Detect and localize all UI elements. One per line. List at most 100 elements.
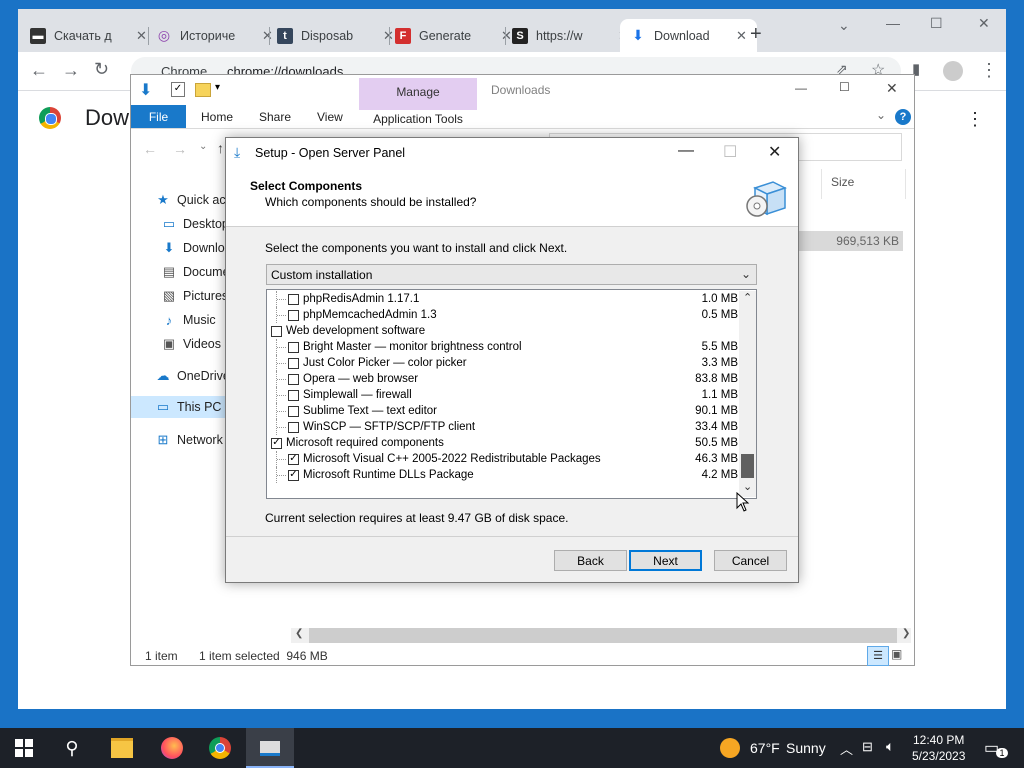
- search-icon[interactable]: ⚲: [60, 736, 84, 760]
- component-checkbox[interactable]: [288, 405, 299, 417]
- next-button[interactable]: Next: [629, 550, 702, 571]
- component-checkbox[interactable]: ✓: [271, 437, 282, 449]
- home-tab[interactable]: Home: [201, 110, 233, 124]
- component-checkbox[interactable]: [288, 341, 299, 353]
- close-tab-icon[interactable]: ✕: [262, 28, 273, 44]
- file-tab[interactable]: File: [131, 105, 186, 128]
- list-scrollbar-thumb[interactable]: [741, 454, 754, 478]
- tab-search-icon[interactable]: ⌄: [838, 17, 850, 34]
- forward-icon[interactable]: →: [62, 60, 80, 81]
- components-list[interactable]: phpRedisAdmin 1.17.1 1.0 MB phpMemcachedAd…: [266, 289, 757, 499]
- component-checkbox[interactable]: [288, 293, 299, 305]
- sidebar-item-videos[interactable]: ▣ Videos: [161, 333, 221, 355]
- ribbon-expand-icon[interactable]: ⌄: [876, 108, 886, 122]
- component-row[interactable]: WinSCP — SFTP/SCP/FTP client 33.4 MB: [276, 419, 738, 435]
- network-icon[interactable]: ⊟: [862, 739, 873, 755]
- component-checkbox[interactable]: [288, 373, 299, 385]
- component-row[interactable]: Web development software: [271, 323, 738, 339]
- horizontal-scrollbar-thumb[interactable]: [309, 628, 897, 643]
- installer-taskbar-icon[interactable]: [258, 736, 282, 760]
- tab-1[interactable]: ▬ Скачать д ✕: [30, 19, 147, 52]
- component-checkbox[interactable]: [288, 421, 299, 433]
- component-checkbox[interactable]: ✓: [288, 453, 299, 465]
- chevron-up-icon[interactable]: ︿: [840, 739, 853, 758]
- close-window-icon[interactable]: ✕: [978, 15, 990, 32]
- quick-access-dropdown-icon[interactable]: ▾: [215, 82, 220, 93]
- page-menu-icon[interactable]: ⋮: [966, 109, 984, 130]
- component-row[interactable]: ✓ Microsoft required components 50.5 MB: [271, 435, 738, 451]
- new-tab-button[interactable]: +: [750, 23, 762, 46]
- component-row[interactable]: ✓ Microsoft Visual C++ 2005-2022 Redistri…: [276, 451, 738, 467]
- component-row[interactable]: Sublime Text — text editor 90.1 MB: [276, 403, 738, 419]
- close-tab-icon[interactable]: ✕: [736, 28, 747, 44]
- component-checkbox[interactable]: [271, 325, 282, 337]
- maximize-icon[interactable]: ☐: [930, 15, 943, 32]
- tab-2[interactable]: ◎ Историче ✕: [156, 19, 273, 52]
- minimize-icon[interactable]: —: [795, 81, 807, 95]
- minimize-icon[interactable]: —: [886, 15, 900, 31]
- maximize-icon[interactable]: ☐: [839, 80, 850, 94]
- sidebar-item-documents[interactable]: ▤ Docume: [161, 261, 230, 283]
- details-view-icon[interactable]: ☰: [867, 646, 889, 666]
- profile-avatar-icon[interactable]: [943, 61, 963, 81]
- cancel-button[interactable]: Cancel: [714, 550, 787, 571]
- recent-locations-icon[interactable]: ⌄: [199, 141, 207, 152]
- view-tab[interactable]: View: [317, 110, 343, 124]
- sidebar-item-onedrive[interactable]: ☁ OneDrive: [155, 365, 230, 387]
- installation-type-select[interactable]: Custom installation ⌄: [266, 264, 757, 285]
- chrome-menu-icon[interactable]: ⋮: [980, 60, 998, 81]
- application-tools-tab[interactable]: Application Tools: [359, 110, 477, 128]
- weather-desc[interactable]: Sunny: [786, 740, 826, 756]
- close-icon[interactable]: ✕: [886, 80, 898, 97]
- close-tab-icon[interactable]: ✕: [501, 28, 512, 44]
- minimize-icon[interactable]: —: [678, 142, 694, 160]
- file-explorer-taskbar-icon[interactable]: [110, 736, 134, 760]
- properties-icon[interactable]: ✓: [171, 82, 185, 97]
- chrome-taskbar-icon[interactable]: [208, 736, 232, 760]
- back-icon[interactable]: ←: [143, 141, 157, 157]
- component-checkbox[interactable]: ✓: [288, 469, 299, 481]
- component-row[interactable]: phpRedisAdmin 1.17.1 1.0 MB: [276, 291, 738, 307]
- scroll-up-icon[interactable]: ⌃: [743, 291, 752, 304]
- component-row[interactable]: Bright Master — monitor brightness contr…: [276, 339, 738, 355]
- sidebar-item-downloads[interactable]: ⬇ Downlo: [161, 237, 225, 259]
- component-row[interactable]: Simplewall — firewall 1.1 MB: [276, 387, 738, 403]
- close-icon[interactable]: ✕: [768, 142, 781, 162]
- large-icons-view-icon[interactable]: ▣: [891, 647, 902, 661]
- up-icon[interactable]: ↑: [217, 140, 224, 156]
- scroll-left-icon[interactable]: ❮: [295, 628, 303, 639]
- weather-temp[interactable]: 67°F: [750, 740, 780, 756]
- close-tab-icon[interactable]: ✕: [136, 28, 147, 44]
- sidebar-item-network[interactable]: ⊞ Network: [155, 429, 223, 451]
- share-tab[interactable]: Share: [259, 110, 291, 124]
- tab-3[interactable]: t Disposab ✕: [277, 19, 394, 52]
- manage-tab[interactable]: Manage: [359, 85, 477, 99]
- back-icon[interactable]: ←: [30, 60, 48, 81]
- folder-icon[interactable]: [195, 83, 211, 97]
- sidebar-item-music[interactable]: ♪ Music: [161, 309, 216, 331]
- clock[interactable]: 12:40 PM 5/23/2023: [912, 732, 965, 764]
- back-button[interactable]: Back: [554, 550, 627, 571]
- sidebar-item-quick-access[interactable]: ★ Quick acc: [155, 189, 232, 211]
- start-windows-icon[interactable]: [12, 736, 36, 760]
- tab-4[interactable]: F Generate ✕: [395, 19, 512, 52]
- component-checkbox[interactable]: [288, 357, 299, 369]
- component-checkbox[interactable]: [288, 389, 299, 401]
- sidebar-item-desktop[interactable]: ▭ Desktop: [161, 213, 229, 235]
- component-row[interactable]: ✓ Microsoft Runtime DLLs Package 4.2 MB: [276, 467, 738, 483]
- size-column-header[interactable]: Size: [831, 175, 854, 189]
- tab-5[interactable]: S https://w ✕: [512, 19, 629, 52]
- component-row[interactable]: phpMemcachedAdmin 1.3 0.5 MB: [276, 307, 738, 323]
- component-row[interactable]: Just Color Picker — color picker 3.3 MB: [276, 355, 738, 371]
- scroll-right-icon[interactable]: ❯: [902, 628, 910, 639]
- forward-icon[interactable]: →: [173, 141, 187, 157]
- reload-icon[interactable]: ↻: [94, 59, 109, 80]
- firefox-taskbar-icon[interactable]: [160, 736, 184, 760]
- volume-muted-icon[interactable]: 🔈︎: [886, 738, 894, 755]
- tab-6-active[interactable]: ⬇ Download ✕: [620, 19, 757, 52]
- file-size-cell[interactable]: 969,513 KB: [798, 231, 903, 251]
- component-row[interactable]: Opera — web browser 83.8 MB: [276, 371, 738, 387]
- help-icon[interactable]: ?: [895, 109, 911, 125]
- component-checkbox[interactable]: [288, 309, 299, 321]
- sidebar-item-pictures[interactable]: ▧ Pictures: [161, 285, 228, 307]
